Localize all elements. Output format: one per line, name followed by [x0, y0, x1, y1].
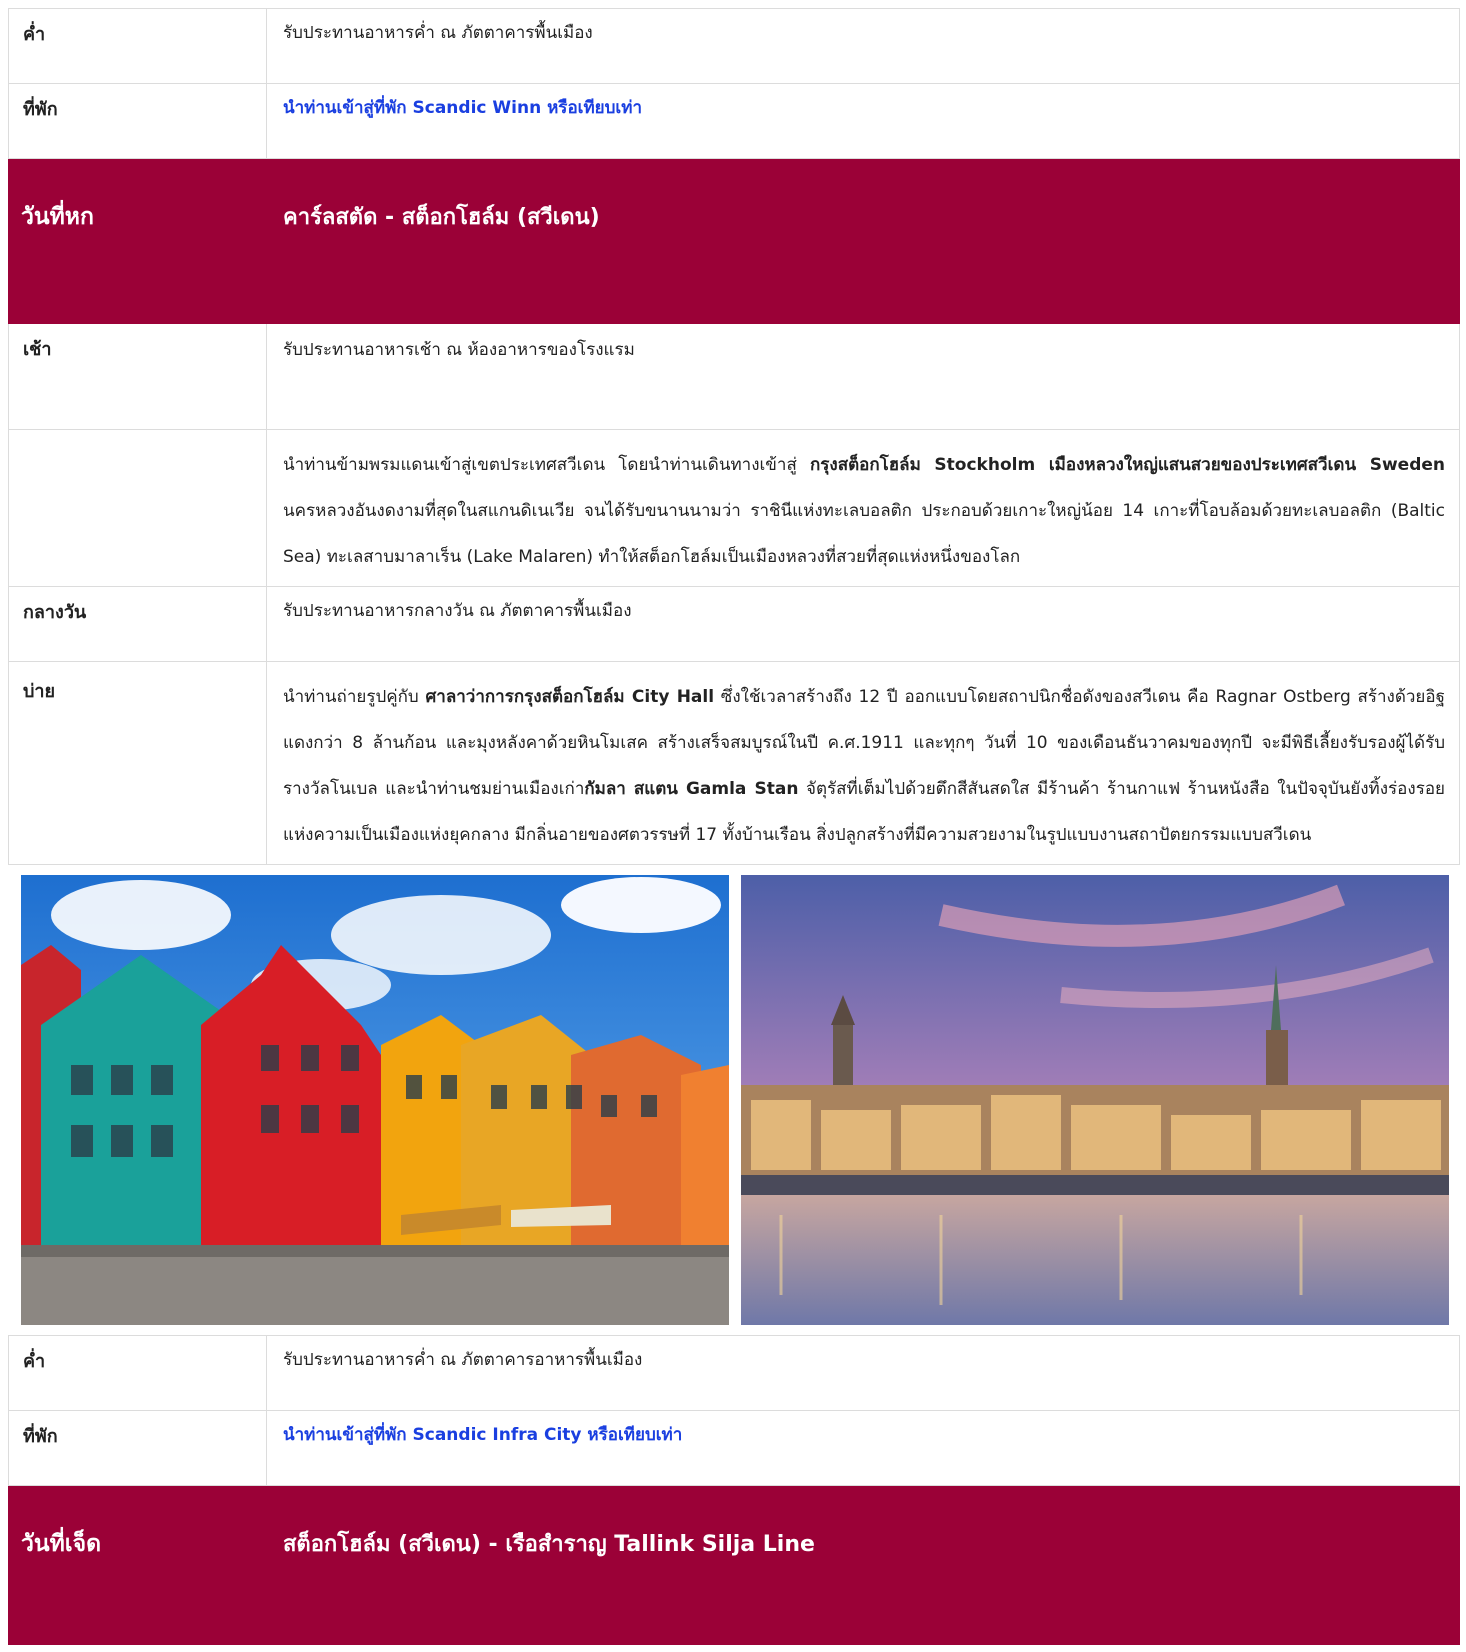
morning-paragraph: นำท่านข้ามพรมแดนเข้าสู่เขตประเทศสวีเดน โ…: [266, 429, 1460, 587]
para-bold: ศาลาว่าการกรุงสต็อกโฮล์ม City Hall: [425, 687, 715, 707]
row-text: รับประทานอาหารค่ำ ณ ภัตตาคารอาหารพื้นเมื…: [266, 1335, 1460, 1411]
lunch-row: กลางวัน รับประทานอาหารกลางวัน ณ ภัตตาคาร…: [8, 586, 1460, 662]
itinerary-table: ค่ำ รับประทานอาหารค่ำ ณ ภัตตาคารพื้นเมือ…: [8, 8, 1460, 1645]
gamla-stan-photo: [20, 875, 729, 1325]
day-label: วันที่หก: [8, 158, 267, 324]
photos-row: [8, 864, 1460, 1336]
dinner-row: ค่ำ รับประทานอาหารค่ำ ณ ภัตตาคารพื้นเมือ…: [8, 8, 1460, 84]
para-text: นำท่านข้ามพรมแดนเข้าสู่เขตประเทศสวีเดน โ…: [283, 455, 810, 475]
breakfast-row: เช้า รับประทานอาหารเช้า ณ ห้องอาหารของโร…: [8, 323, 1460, 430]
day-label: วันที่เจ็ด: [8, 1485, 267, 1645]
day-header-row: วันที่เจ็ด สต็อกโฮล์ม (สวีเดน) - เรือสำร…: [8, 1485, 1460, 1645]
row-text: รับประทานอาหารค่ำ ณ ภัตตาคารพื้นเมือง: [266, 8, 1460, 84]
morning-detail-row: นำท่านข้ามพรมแดนเข้าสู่เขตประเทศสวีเดน โ…: [8, 429, 1460, 587]
hotel-link[interactable]: นำท่านเข้าสู่ที่พัก Scandic Infra City ห…: [266, 1410, 1460, 1486]
afternoon-paragraph: นำท่านถ่ายรูปคู่กับ ศาลาว่าการกรุงสต็อกโ…: [266, 661, 1460, 865]
row-label: ค่ำ: [8, 1335, 267, 1411]
day-title: สต็อกโฮล์ม (สวีเดน) - เรือสำราญ Tallink …: [266, 1485, 1460, 1645]
photos-cell: [8, 864, 1460, 1336]
hotel-row: ที่พัก นำท่านเข้าสู่ที่พัก Scandic Winn …: [8, 83, 1460, 159]
hotel-link[interactable]: นำท่านเข้าสู่ที่พัก Scandic Winn หรือเที…: [266, 83, 1460, 159]
stockholm-skyline-photo: [740, 875, 1449, 1325]
dinner-row: ค่ำ รับประทานอาหารค่ำ ณ ภัตตาคารอาหารพื้…: [8, 1335, 1460, 1411]
row-text: รับประทานอาหารกลางวัน ณ ภัตตาคารพื้นเมือ…: [266, 586, 1460, 662]
row-label: ที่พัก: [8, 1410, 267, 1486]
row-label: บ่าย: [8, 661, 267, 865]
itinerary-page: ค่ำ รับประทานอาหารค่ำ ณ ภัตตาคารพื้นเมือ…: [0, 0, 1466, 1652]
hotel-row: ที่พัก นำท่านเข้าสู่ที่พัก Scandic Infra…: [8, 1410, 1460, 1486]
empty-label-cell: [8, 429, 267, 587]
para-bold: กรุงสต็อกโฮล์ม Stockholm เมืองหลวงใหญ่แส…: [810, 455, 1445, 475]
day-title: คาร์ลสตัด - สต็อกโฮล์ม (สวีเดน): [266, 158, 1460, 324]
para-text: นำท่านถ่ายรูปคู่กับ: [283, 687, 426, 707]
para-text: นครหลวงอันงดงามที่สุดในสแกนดิเนเวีย จนได…: [283, 501, 1445, 567]
row-label: ค่ำ: [8, 8, 267, 84]
row-label: ที่พัก: [8, 83, 267, 159]
day-header-row: วันที่หก คาร์ลสตัด - สต็อกโฮล์ม (สวีเดน): [8, 158, 1460, 324]
row-label: เช้า: [8, 323, 267, 430]
afternoon-row: บ่าย นำท่านถ่ายรูปคู่กับ ศาลาว่าการกรุงส…: [8, 661, 1460, 865]
para-bold: กัมลา สแตน Gamla Stan: [584, 779, 799, 799]
row-label: กลางวัน: [8, 586, 267, 662]
row-text: รับประทานอาหารเช้า ณ ห้องอาหารของโรงแรม: [266, 323, 1460, 430]
